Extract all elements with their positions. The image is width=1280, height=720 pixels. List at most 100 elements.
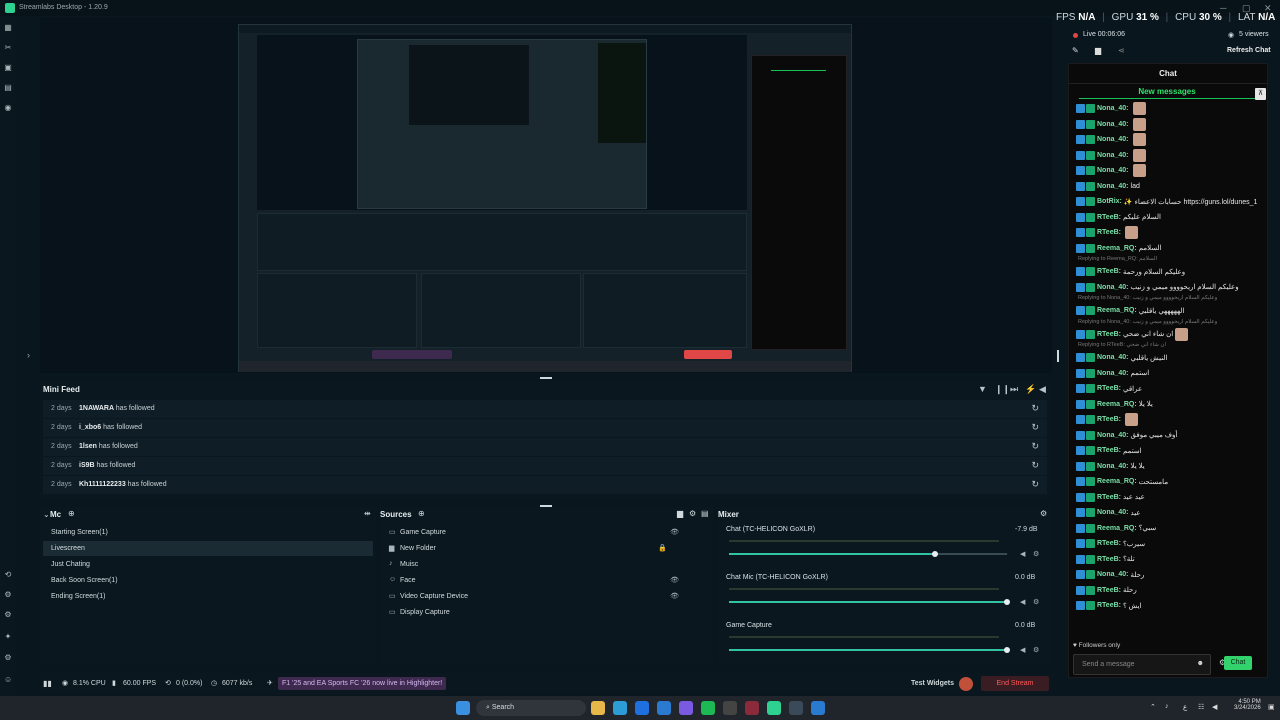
add-source-icon[interactable]: ⊕: [418, 509, 425, 518]
dashboard-icon[interactable]: ▤: [4, 84, 12, 92]
chat-username[interactable]: Nona_40:: [1097, 152, 1129, 159]
source-item[interactable]: ▆ New Folder 🔒: [383, 541, 709, 556]
source-properties-icon[interactable]: ⚙: [689, 509, 696, 518]
pin-icon[interactable]: ⊼: [1255, 88, 1266, 100]
profile-icon[interactable]: ☺: [4, 676, 12, 684]
mic-icon[interactable]: ♪: [1165, 703, 1169, 710]
terminal-icon[interactable]: [767, 701, 781, 715]
notifications-icon[interactable]: ▣: [1268, 703, 1275, 711]
network-icon[interactable]: ☷: [1198, 703, 1204, 711]
chat-username[interactable]: Nona_40:: [1097, 571, 1129, 578]
streamlabs-app-icon[interactable]: [745, 701, 759, 715]
visibility-icon[interactable]: 👁: [670, 576, 679, 584]
share-icon[interactable]: ⋖: [1118, 46, 1125, 55]
collapse-chevron-icon[interactable]: ⌄: [43, 510, 50, 519]
lock-icon[interactable]: 🔒: [658, 544, 667, 552]
scene-item[interactable]: Livescreen: [43, 541, 373, 556]
chat-username[interactable]: Reema_RQ:: [1097, 245, 1137, 252]
chat-username[interactable]: Nona_40:: [1097, 370, 1129, 377]
store-icon[interactable]: ▣: [4, 64, 12, 72]
highlighter-icon[interactable]: ✦: [4, 633, 12, 641]
chat-username[interactable]: Nona_40:: [1097, 183, 1129, 190]
chat-username[interactable]: RTeeB:: [1097, 268, 1121, 275]
layout-icon[interactable]: ⚙: [4, 591, 12, 599]
chat-username[interactable]: Reema_RQ:: [1097, 307, 1137, 314]
spotify-icon[interactable]: [701, 701, 715, 715]
source-item[interactable]: ▭ Video Capture Device 👁: [383, 589, 709, 604]
clock[interactable]: 4:50 PM 3/24/2026: [1234, 699, 1261, 711]
store-app-icon[interactable]: [635, 701, 649, 715]
scene-item[interactable]: Starting Screen(1): [43, 525, 373, 540]
mute-alerts-icon[interactable]: ⚡: [1025, 384, 1036, 395]
chat-username[interactable]: Nona_40:: [1097, 121, 1129, 128]
chat-username[interactable]: RTeeB:: [1097, 385, 1121, 392]
replay-icon[interactable]: ↻: [1031, 403, 1039, 414]
folder-icon[interactable]: ▤: [701, 509, 709, 518]
filter-icon[interactable]: ▼: [978, 384, 987, 394]
chat-username[interactable]: RTeeB:: [1097, 556, 1121, 563]
scene-collection-title[interactable]: Mc: [50, 510, 61, 519]
volume-knob[interactable]: [932, 551, 938, 557]
tray-chevron-icon[interactable]: ⌃: [1150, 703, 1156, 711]
chat-username[interactable]: Nona_40:: [1097, 432, 1129, 439]
replay-icon[interactable]: ↻: [1031, 441, 1039, 452]
mixer-settings-icon[interactable]: ⚙: [1040, 509, 1047, 518]
scene-transition-icon[interactable]: ⇹: [364, 509, 371, 518]
add-folder-icon[interactable]: ▆: [677, 509, 683, 518]
scene-item[interactable]: Just Chating: [43, 557, 373, 572]
replay-icon[interactable]: ↻: [1031, 422, 1039, 433]
steam-icon[interactable]: [789, 701, 803, 715]
settings-icon[interactable]: ⚙: [4, 654, 12, 662]
vscode-icon[interactable]: [811, 701, 825, 715]
chat-username[interactable]: RTeeB:: [1097, 494, 1121, 501]
test-widgets-button[interactable]: Test Widgets: [911, 680, 954, 687]
resize-handle[interactable]: [1057, 350, 1059, 362]
refresh-chat-button[interactable]: Refresh Chat: [1227, 47, 1271, 54]
file-explorer-icon[interactable]: [591, 701, 605, 715]
edge-icon[interactable]: [613, 701, 627, 715]
chat-username[interactable]: Nona_40:: [1097, 509, 1129, 516]
chat-username[interactable]: RTeeB:: [1097, 416, 1121, 423]
app-icon[interactable]: [723, 701, 737, 715]
volume-knob[interactable]: [1004, 647, 1010, 653]
replay-icon[interactable]: ↻: [1031, 479, 1039, 490]
chat-username[interactable]: Nona_40:: [1097, 284, 1129, 291]
chat-username[interactable]: RTeeB:: [1097, 229, 1121, 236]
chat-username[interactable]: Nona_40:: [1097, 354, 1129, 361]
chat-username[interactable]: Reema_RQ:: [1097, 525, 1137, 532]
chat-username[interactable]: BotRix:: [1097, 198, 1122, 205]
language-icon[interactable]: ع: [1183, 703, 1187, 711]
layout-editor-icon[interactable]: ⚙: [4, 611, 12, 619]
stats-chart-icon[interactable]: ▮▮: [43, 679, 52, 688]
scene-item[interactable]: Back Soon Screen(1): [43, 573, 373, 588]
channel-settings-icon[interactable]: ⚙: [1033, 550, 1039, 558]
mail-icon[interactable]: [657, 701, 671, 715]
edit-icon[interactable]: ✎: [1072, 46, 1079, 55]
pause-icon[interactable]: ❙❙: [995, 384, 1010, 395]
speaker-icon[interactable]: ◀: [1020, 550, 1025, 558]
channel-settings-icon[interactable]: ⚙: [1033, 646, 1039, 654]
source-item[interactable]: ♪ Muisc: [383, 557, 709, 572]
end-stream-button[interactable]: End Stream: [981, 676, 1049, 691]
replay-icon[interactable]: ↻: [1031, 460, 1039, 471]
chat-send-button[interactable]: Chat: [1224, 656, 1252, 670]
emoji-icon[interactable]: ☻: [1197, 660, 1204, 667]
expand-chevron-icon[interactable]: ›: [27, 350, 30, 360]
chat-username[interactable]: RTeeB:: [1097, 214, 1121, 221]
chat-username[interactable]: Nona_40:: [1097, 105, 1129, 112]
chat-username[interactable]: RTeeB:: [1097, 602, 1121, 609]
volume-knob[interactable]: [1004, 599, 1010, 605]
highlighter-notice[interactable]: F1 '25 and EA Sports FC '26 now live in …: [278, 677, 447, 690]
themes-icon[interactable]: ✂: [4, 44, 12, 52]
source-item[interactable]: ▭ Game Capture 👁: [383, 525, 709, 540]
chat-username[interactable]: Nona_40:: [1097, 463, 1129, 470]
chat-username[interactable]: Reema_RQ:: [1097, 478, 1137, 485]
scene-item[interactable]: Ending Screen(1): [43, 589, 373, 604]
visibility-icon[interactable]: 👁: [670, 528, 679, 536]
chat-username[interactable]: RTeeB:: [1097, 331, 1121, 338]
copy-icon[interactable]: ▆: [1095, 46, 1101, 55]
record-button[interactable]: [959, 677, 973, 691]
chat-username[interactable]: RTeeB:: [1097, 540, 1121, 547]
speaker-icon[interactable]: ◀: [1020, 646, 1025, 654]
chat-username[interactable]: RTeeB:: [1097, 447, 1121, 454]
